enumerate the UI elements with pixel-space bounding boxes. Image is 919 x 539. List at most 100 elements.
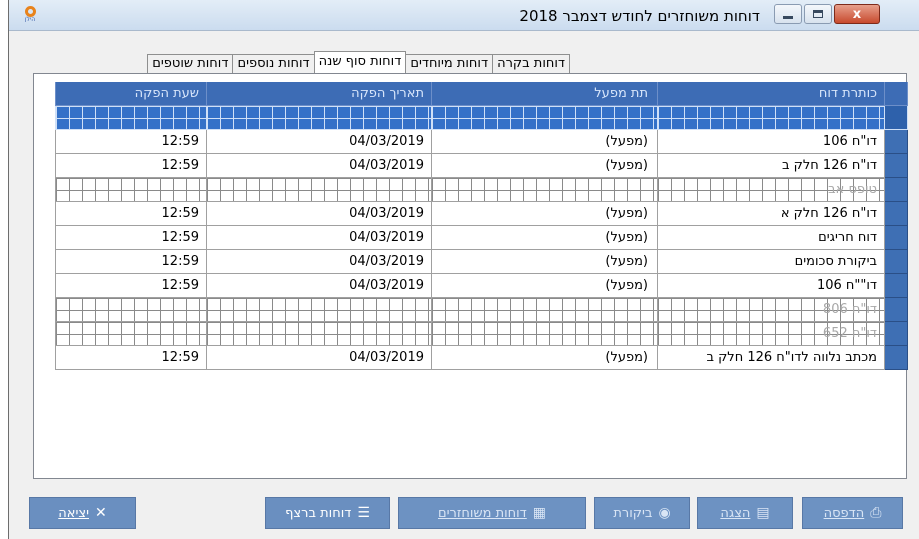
cell-date: 04/03/2019	[207, 250, 432, 274]
row-selector[interactable]	[885, 130, 908, 154]
maximize-button[interactable]	[804, 4, 832, 24]
minimize-button[interactable]	[774, 4, 802, 24]
cell-time: 12:59	[55, 250, 207, 274]
tab-2[interactable]: דוחות סוף שנה	[313, 51, 407, 73]
returned-reports-button[interactable]: ▦ דוחות משוחזרים	[398, 497, 586, 529]
row-selector[interactable]	[885, 322, 908, 346]
row-selector[interactable]	[885, 226, 908, 250]
cell-date	[207, 178, 432, 202]
printer-icon: ⎙	[870, 505, 882, 521]
tab-3[interactable]: דוחות נוספים	[232, 54, 315, 73]
cell-plant	[432, 106, 658, 130]
cell-title: דו"ח 652	[658, 322, 885, 346]
report-tabs: דוחות בקרה דוחות מיוחדים דוחות סוף שנה דוחו…	[147, 51, 570, 73]
print-button[interactable]: ⎙ הדפסה	[802, 497, 903, 529]
row-selector-header	[885, 82, 908, 106]
row-selector[interactable]	[885, 298, 908, 322]
column-header-plant[interactable]: תת מפעל	[432, 82, 658, 106]
row-selector[interactable]	[885, 346, 908, 370]
reports-grid-panel: שעת הפקה תאריך הפקה תת מפעל כותרת דוח 12…	[33, 73, 908, 479]
table-row[interactable]: דו"ח 652	[55, 322, 908, 346]
row-selector[interactable]	[885, 274, 908, 298]
column-header-date[interactable]: תאריך הפקה	[207, 82, 432, 106]
app-logo-icon[interactable]: הילן	[21, 6, 39, 24]
cell-time: 12:59	[55, 226, 207, 250]
show-button[interactable]: ▤ הצגה	[697, 497, 793, 529]
tab-0[interactable]: דוחות בקרה	[492, 54, 570, 73]
table-row[interactable]: טופס אב	[55, 178, 908, 202]
review-button-label: ביקורת	[613, 505, 653, 521]
table-row[interactable]: 12:59 04/03/2019 (מפעל) דוח חריגים	[55, 226, 908, 250]
table-row[interactable]: 12:59 04/03/2019 (מפעל) ביקורת סכומים	[55, 250, 908, 274]
cell-plant: (מפעל)	[432, 274, 658, 298]
cell-time	[55, 298, 207, 322]
row-selector[interactable]	[885, 250, 908, 274]
report-window: הילן דוחות משוחזרים לחודש דצמבר 2018 x ד…	[8, 0, 919, 539]
cell-date: 04/03/2019	[207, 226, 432, 250]
cell-time	[55, 178, 207, 202]
cell-time: 12:59	[55, 274, 207, 298]
continuous-reports-button[interactable]: ☰ דוחות ברצף	[265, 497, 390, 529]
grid-header: שעת הפקה תאריך הפקה תת מפעל כותרת דוח	[55, 82, 908, 106]
cell-time: 12:59	[55, 202, 207, 226]
stack-icon: ☰	[357, 505, 370, 521]
cell-title: ביקורת סכומים	[658, 250, 885, 274]
cell-plant: (מפעל)	[432, 154, 658, 178]
monitor-icon: ▤	[756, 505, 770, 521]
cell-plant	[432, 322, 658, 346]
row-selector[interactable]	[885, 178, 908, 202]
cell-title: טופס אב	[658, 178, 885, 202]
cell-title: דו"ח 126 חלק ב	[658, 154, 885, 178]
cell-title: מכתב נלווה לדו"ח 126 חלק ב	[658, 346, 885, 370]
tab-4[interactable]: דוחות שוטפים	[147, 54, 234, 73]
column-header-time[interactable]: שעת הפקה	[55, 82, 207, 106]
x-icon: ✕	[95, 505, 107, 521]
cell-date: 04/03/2019	[207, 346, 432, 370]
cell-plant: (מפעל)	[432, 250, 658, 274]
exit-button[interactable]: ✕ יציאה	[29, 497, 136, 529]
cell-time: 12:59	[55, 154, 207, 178]
cell-time	[55, 322, 207, 346]
cell-title: דו"ח 806	[658, 298, 885, 322]
table-row[interactable]: 12:59 04/03/2019 (מפעל) דו"ח 106	[55, 130, 908, 154]
cell-date: 04/03/2019	[207, 274, 432, 298]
cell-plant: (מפעל)	[432, 346, 658, 370]
show-button-label: הצגה	[720, 505, 751, 521]
tab-1[interactable]: דוחות מיוחדים	[405, 54, 494, 73]
returned-reports-button-label: דוחות משוחזרים	[437, 505, 527, 521]
cell-title: דו"ח 106	[658, 130, 885, 154]
continuous-reports-button-label: דוחות ברצף	[285, 505, 352, 521]
print-button-label: הדפסה	[823, 505, 865, 521]
minimize-icon	[783, 15, 793, 19]
cell-date: 04/03/2019	[207, 202, 432, 226]
cell-title	[658, 106, 885, 130]
table-row[interactable]: דו"ח 806	[55, 298, 908, 322]
row-selector[interactable]	[885, 106, 908, 130]
cell-time	[55, 106, 207, 130]
cell-plant: (מפעל)	[432, 130, 658, 154]
close-icon: x	[852, 6, 862, 22]
cell-plant	[432, 178, 658, 202]
title-bar: הילן דוחות משוחזרים לחודש דצמבר 2018 x	[9, 0, 919, 31]
table-row[interactable]	[55, 106, 908, 130]
app-logo-caption: הילן	[24, 16, 36, 23]
column-header-title[interactable]: כותרת דוח	[658, 82, 885, 106]
cell-plant: (מפעל)	[432, 226, 658, 250]
close-button[interactable]: x	[834, 4, 880, 24]
table-row[interactable]: 12:59 04/03/2019 (מפעל) דו"ח 126 חלק א	[55, 202, 908, 226]
cell-plant	[432, 298, 658, 322]
cell-plant: (מפעל)	[432, 202, 658, 226]
table-row[interactable]: 12:59 04/03/2019 (מפעל) מכתב נלווה לדו"ח 12…	[55, 346, 908, 370]
table-row[interactable]: 12:59 04/03/2019 (מפעל) דו"ח 126 חלק ב	[55, 154, 908, 178]
document-icon: ▦	[532, 505, 547, 521]
cell-title: דו""ח 106	[658, 274, 885, 298]
exit-button-label: יציאה	[58, 505, 89, 521]
table-row[interactable]: 12:59 04/03/2019 (מפעל) דו""ח 106	[55, 274, 908, 298]
row-selector[interactable]	[885, 202, 908, 226]
cell-date	[207, 298, 432, 322]
cell-time: 12:59	[55, 130, 207, 154]
window-title: דוחות משוחזרים לחודש דצמבר 2018	[519, 7, 760, 25]
review-button[interactable]: ◉ ביקורת	[594, 497, 690, 529]
row-selector[interactable]	[885, 154, 908, 178]
cell-title: דוח חריגים	[658, 226, 885, 250]
